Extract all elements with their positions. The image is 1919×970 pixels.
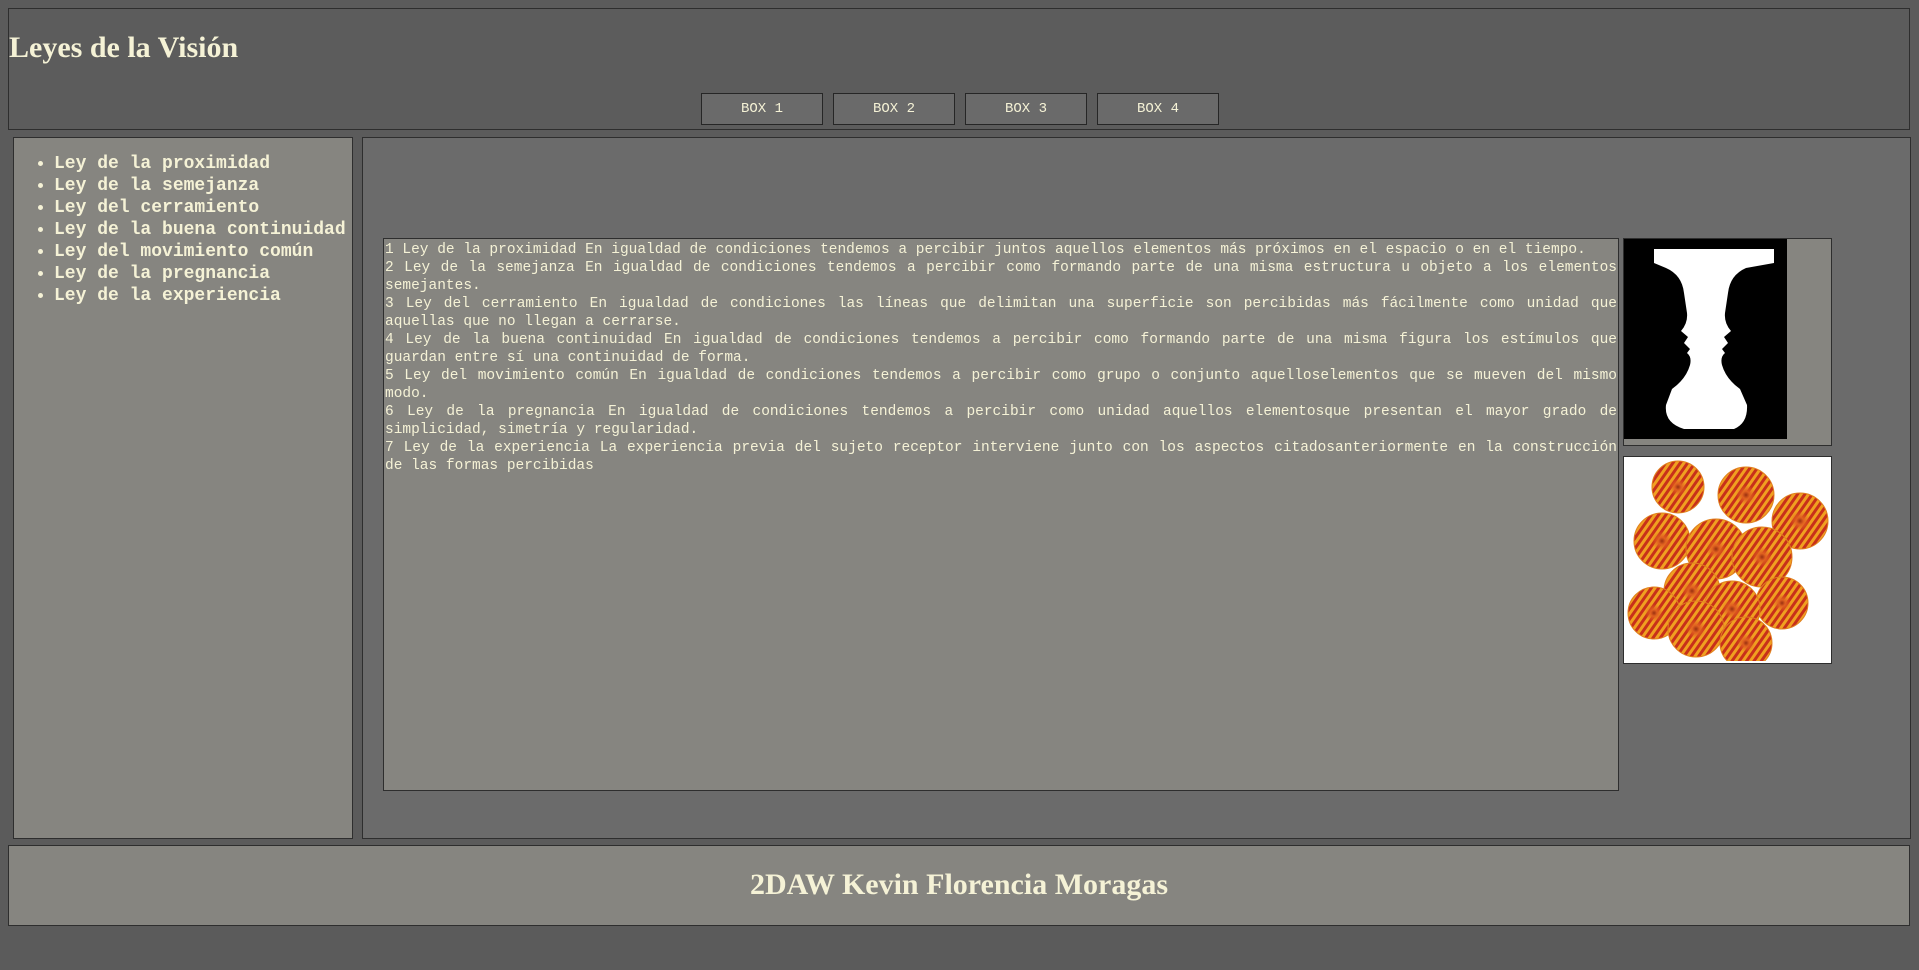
list-item: Ley de la buena continuidad bbox=[54, 219, 352, 241]
list-item: Ley del cerramiento bbox=[54, 197, 352, 219]
header: Leyes de la Visión BOX 1 BOX 2 BOX 3 BOX… bbox=[8, 8, 1910, 130]
law-paragraph: 3 Ley del cerramiento En igualdad de con… bbox=[385, 296, 1617, 330]
nav-button-box-1[interactable]: BOX 1 bbox=[701, 93, 823, 125]
law-paragraph: 6 Ley de la pregnancia En igualdad de co… bbox=[385, 404, 1617, 438]
law-paragraph: 1 Ley de la proximidad En igualdad de co… bbox=[385, 242, 1586, 258]
list-item: Ley de la proximidad bbox=[54, 153, 352, 175]
nav-button-box-4[interactable]: BOX 4 bbox=[1097, 93, 1219, 125]
list-item: Ley del movimiento común bbox=[54, 241, 352, 263]
law-paragraph: 4 Ley de la buena continuidad En igualda… bbox=[385, 332, 1617, 366]
nav-button-box-2[interactable]: BOX 2 bbox=[833, 93, 955, 125]
nav-button-box-3[interactable]: BOX 3 bbox=[965, 93, 1087, 125]
law-list: Ley de la proximidad Ley de la semejanza… bbox=[14, 153, 352, 307]
law-paragraph: 2 Ley de la semejanza En igualdad de con… bbox=[385, 260, 1617, 294]
list-item: Ley de la semejanza bbox=[54, 175, 352, 197]
text-box: 1 Ley de la proximidad En igualdad de co… bbox=[383, 238, 1619, 791]
sidebar: Ley de la proximidad Ley de la semejanza… bbox=[13, 137, 353, 839]
image-box-1 bbox=[1623, 238, 1832, 446]
rotating-circles-illusion-image bbox=[1627, 460, 1829, 661]
list-item: Ley de la experiencia bbox=[54, 285, 352, 307]
image-box-2 bbox=[1623, 456, 1832, 664]
law-paragraph: 5 Ley del movimiento común En igualdad d… bbox=[385, 368, 1617, 402]
footer-credit: 2DAW Kevin Florencia Moragas bbox=[749, 868, 1169, 901]
main-content: 1 Ley de la proximidad En igualdad de co… bbox=[362, 137, 1911, 839]
list-item: Ley de la pregnancia bbox=[54, 263, 352, 285]
footer: 2DAW Kevin Florencia Moragas bbox=[8, 845, 1910, 926]
page-title: Leyes de la Visión bbox=[9, 31, 239, 64]
law-paragraph: 7 Ley de la experiencia La experiencia p… bbox=[385, 440, 1617, 474]
rubin-vase-faces-image bbox=[1624, 239, 1787, 439]
